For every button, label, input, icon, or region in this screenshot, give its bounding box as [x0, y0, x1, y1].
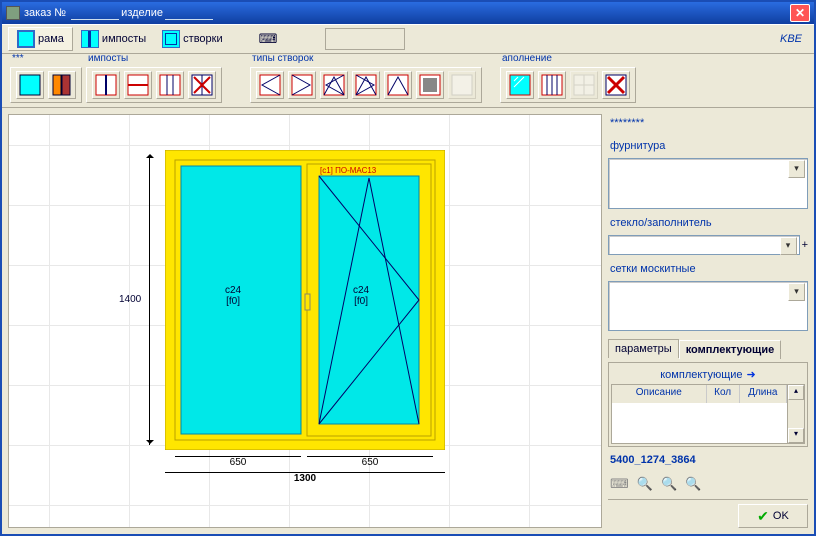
pane-hardware-label: [c1] ПО-МАС13: [320, 166, 376, 175]
pane-left-label: c24[f0]: [225, 285, 241, 307]
tool-sash-right[interactable]: [288, 71, 316, 99]
col-qty[interactable]: Кол: [707, 385, 740, 403]
mode-sash-label: створки: [183, 33, 222, 45]
tool-impost-delete[interactable]: [188, 71, 216, 99]
status-code: 5400_1274_3864: [608, 451, 808, 469]
tool-sash-tiltturn-left[interactable]: [320, 71, 348, 99]
furniture-combo[interactable]: [608, 158, 808, 209]
tab-components[interactable]: комплектующие: [679, 340, 782, 359]
side-panel: ******** фурнитура стекло/заполнитель + …: [608, 114, 808, 528]
check-icon: ✔: [757, 508, 769, 525]
toolgroup-4-caption: аполнение: [500, 53, 636, 67]
furniture-label: фурнитура: [608, 136, 808, 154]
tool-fill-glass[interactable]: [506, 71, 534, 99]
calc-small-icon[interactable]: ⌨: [610, 476, 629, 492]
mode-frame-label: рама: [38, 33, 64, 45]
tool-sash-left[interactable]: [256, 71, 284, 99]
glass-label: стекло/заполнитель: [608, 213, 808, 231]
tool-sash-disabled: [448, 71, 476, 99]
dim-total: 1300: [165, 472, 445, 484]
calculator-icon: ⌨: [259, 31, 278, 47]
title-order-label: заказ №: [24, 7, 66, 19]
components-panel: комплектующие ➜ Описание Кол Длина ▴▾: [608, 362, 808, 447]
app-icon: [6, 6, 20, 20]
grid-title: комплектующие: [660, 369, 742, 381]
ok-label: OK: [773, 510, 789, 522]
tool-fill-cross-disabled: [570, 71, 598, 99]
dim-height: 1400: [119, 294, 141, 305]
mode-impost-button[interactable]: импосты: [73, 28, 154, 50]
toolgroup-2-caption: импосты: [86, 53, 222, 67]
pane-right-label: c24[f0]: [353, 285, 369, 307]
tool-sash-mesh[interactable]: [416, 71, 444, 99]
zoom-out-icon[interactable]: 🔍: [661, 476, 677, 492]
tool-sash-tilt[interactable]: [384, 71, 412, 99]
stars-label: ********: [608, 114, 808, 132]
sash-icon: [162, 30, 180, 48]
toolgroup-1-caption: ***: [10, 53, 82, 67]
zoom-in-icon[interactable]: 🔍: [637, 476, 653, 492]
title-order-blank: [71, 7, 119, 20]
dim-right: 650: [307, 456, 433, 468]
zoom-fit-icon[interactable]: 🔍: [685, 476, 701, 492]
arrow-right-icon[interactable]: ➜: [747, 368, 756, 381]
ok-button[interactable]: ✔ OK: [738, 504, 808, 528]
blank-readout: [325, 28, 405, 50]
title-product-blank: [165, 7, 213, 20]
mode-impost-label: импосты: [102, 33, 146, 45]
toolbar: *** импосты типы створок: [2, 54, 814, 108]
grid-scrollbar[interactable]: ▴▾: [787, 385, 804, 443]
plus-icon[interactable]: +: [802, 239, 808, 251]
tool-fill-grid[interactable]: [538, 71, 566, 99]
tool-impost-vertical[interactable]: [92, 71, 120, 99]
tool-door[interactable]: [48, 71, 76, 99]
brand-label: KBE: [780, 33, 808, 45]
titlebar: заказ № изделие ✕: [2, 2, 814, 24]
title-product-label: изделие: [121, 7, 163, 19]
mode-sash-button[interactable]: створки: [154, 28, 230, 50]
glass-combo[interactable]: [608, 235, 800, 255]
tool-impost-pair[interactable]: [156, 71, 184, 99]
impost-icon: [81, 30, 99, 48]
close-button[interactable]: ✕: [790, 4, 810, 22]
col-len[interactable]: Длина: [740, 385, 787, 403]
tool-new-pane[interactable]: [16, 71, 44, 99]
dim-left: 650: [175, 456, 301, 468]
calculator-button[interactable]: ⌨: [251, 29, 286, 49]
tool-impost-horizontal[interactable]: [124, 71, 152, 99]
tool-fill-delete[interactable]: [602, 71, 630, 99]
mode-bar: рама импосты створки ⌨ KBE: [2, 24, 814, 54]
tool-sash-tiltturn-right[interactable]: [352, 71, 380, 99]
nets-label: сетки москитные: [608, 259, 808, 277]
mode-frame-button[interactable]: рама: [8, 27, 73, 51]
tab-parameters[interactable]: параметры: [608, 339, 679, 358]
drawing-canvas[interactable]: 1400 c24[f0]: [8, 114, 602, 528]
frame-icon: [17, 30, 35, 48]
nets-combo[interactable]: [608, 281, 808, 332]
toolgroup-3-caption: типы створок: [250, 53, 482, 67]
window-drawing: [165, 150, 445, 450]
col-desc[interactable]: Описание: [612, 385, 707, 403]
